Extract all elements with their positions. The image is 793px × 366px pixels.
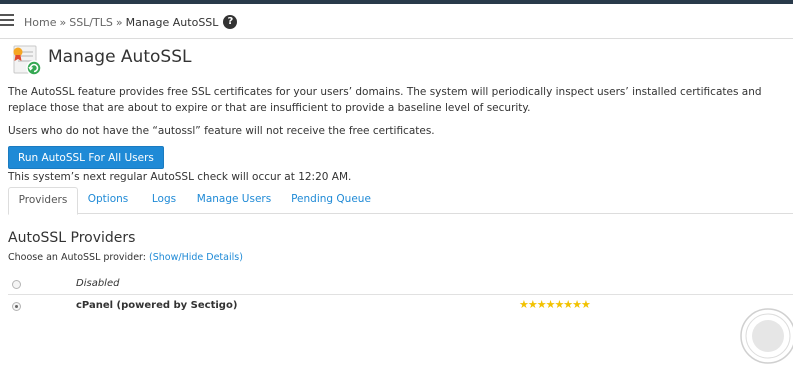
breadcrumb-bar: Home » SSL/TLS » Manage AutoSSL ? bbox=[0, 4, 793, 39]
breadcrumb: Home » SSL/TLS » Manage AutoSSL ? bbox=[24, 15, 238, 29]
choose-provider-text: Choose an AutoSSL provider: (Show/Hide D… bbox=[8, 252, 243, 263]
page-description: The AutoSSL feature provides free SSL ce… bbox=[8, 86, 762, 114]
breadcrumb-current: Manage AutoSSL bbox=[125, 15, 219, 29]
provider-name: Disabled bbox=[76, 278, 120, 289]
tab-logs[interactable]: Logs bbox=[144, 187, 184, 214]
tab-manage-users[interactable]: Manage Users bbox=[192, 187, 276, 214]
breadcrumb-separator: » bbox=[115, 15, 123, 29]
providers-section-title: AutoSSL Providers bbox=[8, 230, 136, 246]
help-icon[interactable]: ? bbox=[223, 15, 238, 29]
page-title: Manage AutoSSL bbox=[48, 47, 192, 67]
tab-pending-queue[interactable]: Pending Queue bbox=[284, 187, 378, 214]
provider-radio-disabled[interactable] bbox=[12, 280, 21, 289]
next-check-text: This system’s next regular AutoSSL check… bbox=[8, 171, 352, 183]
provider-radio-cpanel[interactable] bbox=[12, 302, 21, 311]
security-badge-icon bbox=[740, 308, 793, 364]
tab-providers[interactable]: Providers bbox=[8, 187, 78, 215]
breadcrumb-ssl-tls-link[interactable]: SSL/TLS bbox=[69, 16, 113, 29]
autossl-certificate-icon bbox=[13, 45, 42, 76]
breadcrumb-home-link[interactable]: Home bbox=[24, 16, 56, 29]
provider-rating-stars: ★★★★★★★★ bbox=[519, 298, 591, 311]
breadcrumb-separator: » bbox=[59, 15, 67, 29]
run-autossl-button[interactable]: Run AutoSSL For All Users bbox=[8, 146, 164, 169]
provider-row-disabled[interactable]: Disabled bbox=[8, 275, 793, 295]
tab-options[interactable]: Options bbox=[80, 187, 136, 214]
provider-name: cPanel (powered by Sectigo) bbox=[76, 300, 238, 311]
tab-bar: Providers Options Logs Manage Users Pend… bbox=[8, 187, 793, 215]
provider-row-cpanel[interactable]: cPanel (powered by Sectigo) ★★★★★★★★ bbox=[8, 297, 793, 317]
hamburger-menu-icon[interactable] bbox=[0, 14, 14, 26]
show-hide-details-link[interactable]: (Show/Hide Details) bbox=[149, 252, 243, 263]
choose-provider-label: Choose an AutoSSL provider: bbox=[8, 252, 147, 263]
feature-note: Users who do not have the “autossl” feat… bbox=[8, 125, 435, 137]
